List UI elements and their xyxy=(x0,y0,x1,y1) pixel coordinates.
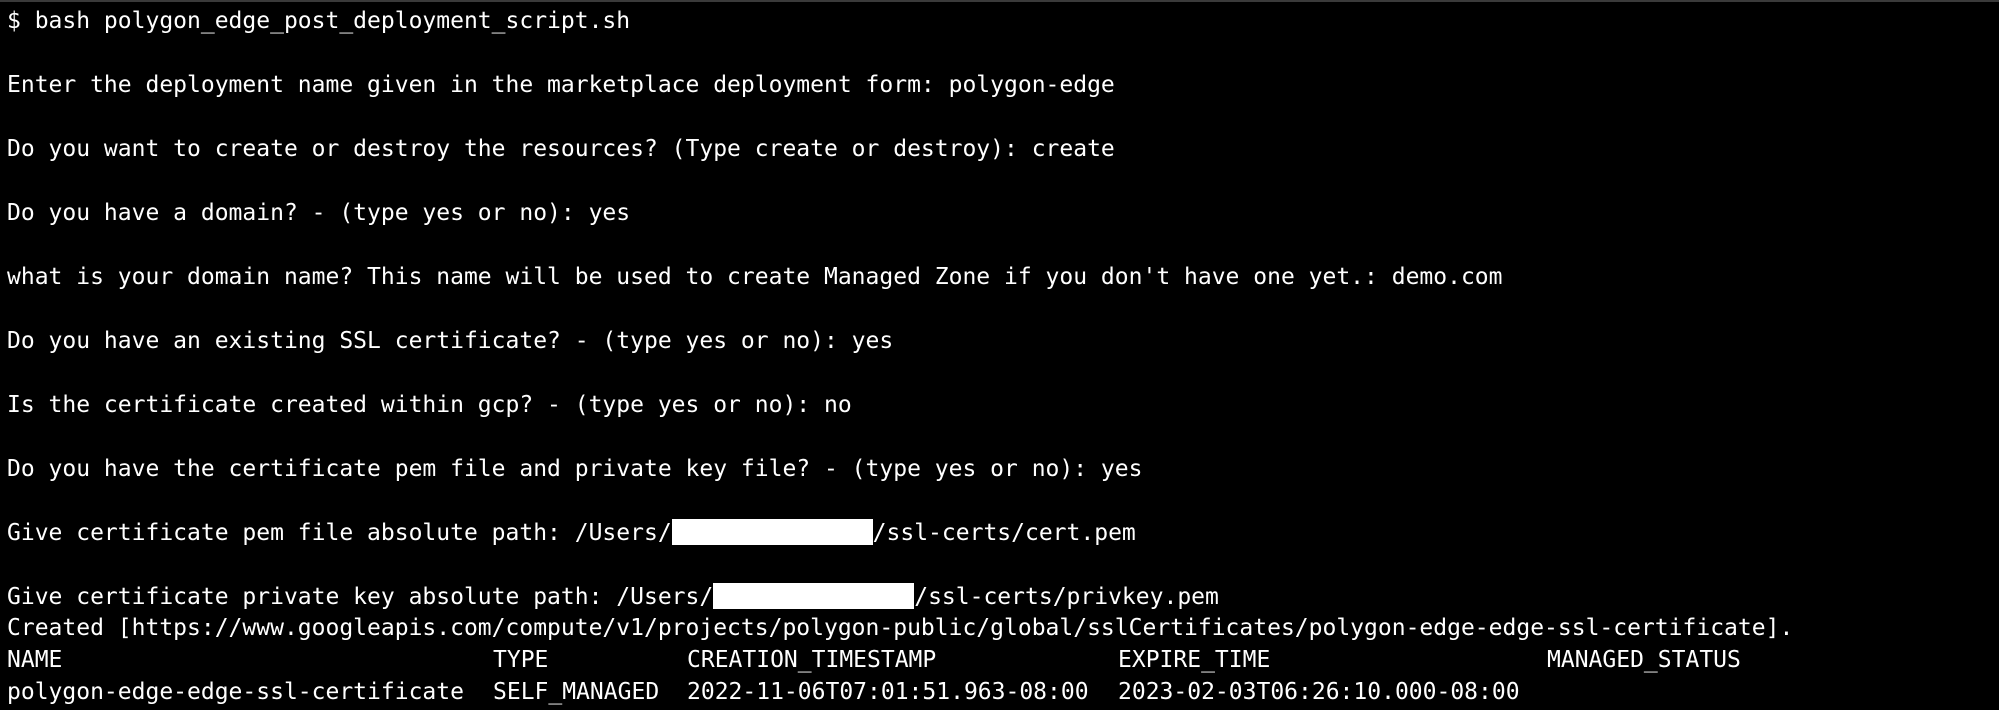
prompt-create-destroy: Do you want to create or destroy the res… xyxy=(7,136,1115,162)
key-path-prefix: Give certificate private key absolute pa… xyxy=(7,584,714,610)
header-type: TYPE xyxy=(493,647,549,673)
cell-type: SELF_MANAGED xyxy=(493,679,660,705)
prompt-key-path: Give certificate private key absolute pa… xyxy=(7,582,1219,612)
cell-expire-time: 2023-02-03T06:26:10.000-08:00 xyxy=(1118,679,1520,705)
cell-name: polygon-edge-edge-ssl-certificate xyxy=(7,679,464,705)
command-line: $ bash polygon_edge_post_deployment_scri… xyxy=(7,8,631,34)
prompt-cert-in-gcp: Is the certificate created within gcp? -… xyxy=(7,392,852,418)
redacted-username xyxy=(671,519,873,545)
prompt-existing-ssl: Do you have an existing SSL certificate?… xyxy=(7,328,894,354)
header-name: NAME xyxy=(7,647,63,673)
created-message: Created [https://www.googleapis.com/comp… xyxy=(7,615,1794,641)
header-creation-timestamp: CREATION_TIMESTAMP xyxy=(687,647,937,673)
prompt-deployment-name: Enter the deployment name given in the m… xyxy=(7,72,1115,98)
terminal-window[interactable]: $ bash polygon_edge_post_deployment_scri… xyxy=(0,0,1999,710)
prompt-domain-name: what is your domain name? This name will… xyxy=(7,264,1503,290)
header-managed-status: MANAGED_STATUS xyxy=(1547,647,1741,673)
key-path-suffix: /ssl-certs/privkey.pem xyxy=(914,584,1219,610)
prompt-have-domain: Do you have a domain? - (type yes or no)… xyxy=(7,200,631,226)
redacted-username xyxy=(713,583,915,609)
pem-path-suffix: /ssl-certs/cert.pem xyxy=(872,520,1136,546)
header-expire-time: EXPIRE_TIME xyxy=(1118,647,1271,673)
pem-path-prefix: Give certificate pem file absolute path:… xyxy=(7,520,672,546)
cell-creation-timestamp: 2022-11-06T07:01:51.963-08:00 xyxy=(687,679,1089,705)
prompt-pem-path: Give certificate pem file absolute path:… xyxy=(7,518,1136,548)
prompt-have-pem-key: Do you have the certificate pem file and… xyxy=(7,456,1143,482)
